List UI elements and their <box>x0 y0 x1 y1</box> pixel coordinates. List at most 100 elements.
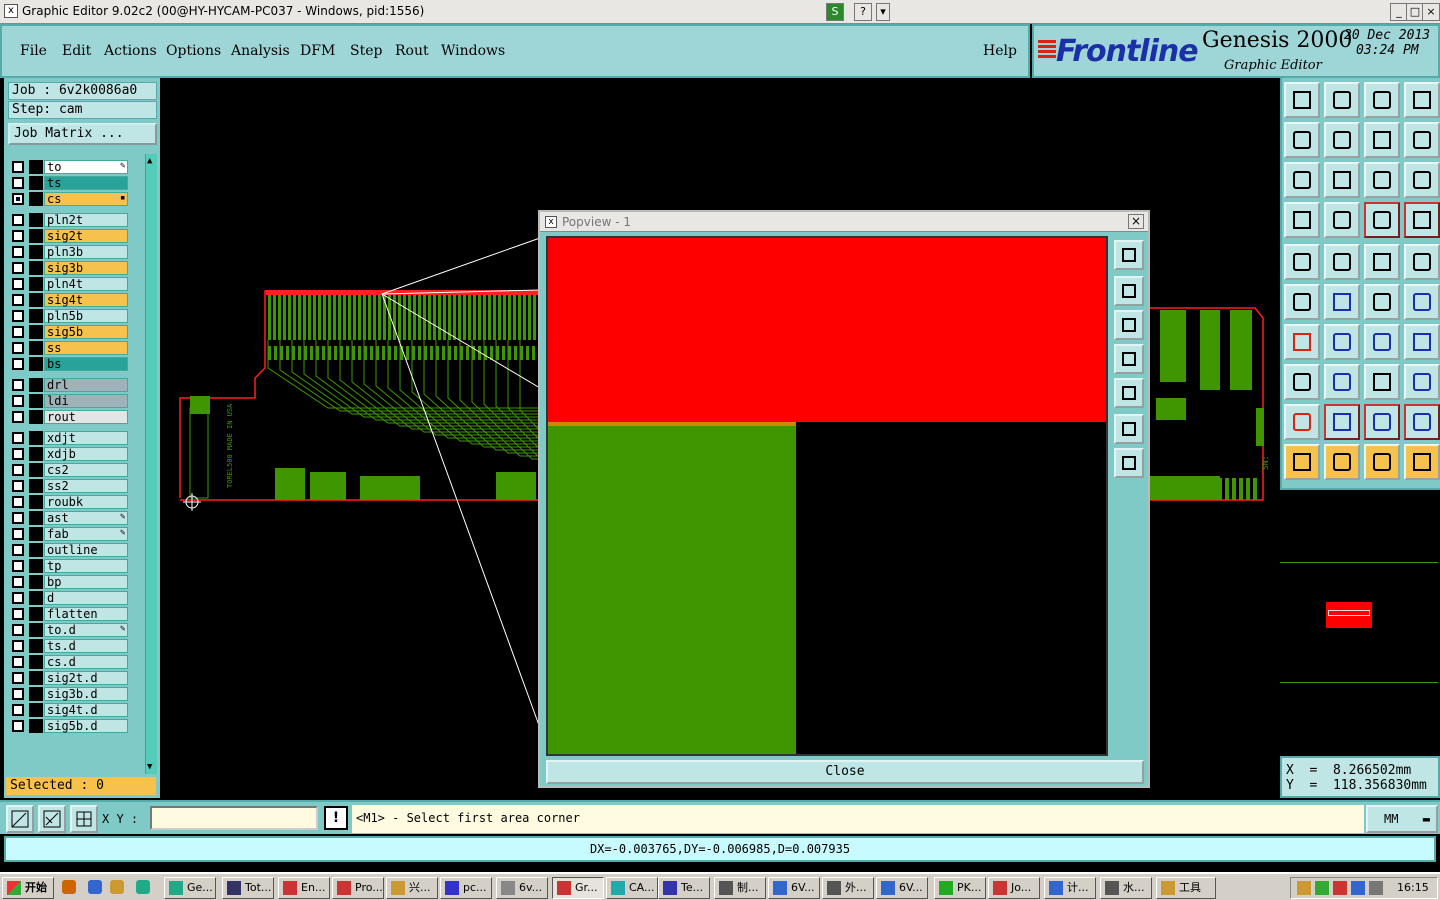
layer-scrollbar[interactable]: ▲ ▼ <box>145 154 157 774</box>
outline-triangle-button[interactable] <box>1324 404 1360 440</box>
menu-windows[interactable]: Windows <box>441 43 505 59</box>
layer-name[interactable]: ts.d <box>44 639 128 653</box>
layer-row[interactable]: outline <box>12 543 130 557</box>
layer-checkbox[interactable] <box>12 464 24 476</box>
layer-checkbox[interactable] <box>12 576 24 588</box>
layer-row[interactable]: sig5b <box>12 325 130 339</box>
layer-row[interactable]: fab ✎ <box>12 527 130 541</box>
tools-button[interactable] <box>1284 202 1320 238</box>
layer-name[interactable]: ts <box>44 176 128 190</box>
layer-name[interactable]: cs <box>44 192 128 206</box>
measure-button[interactable] <box>38 805 66 833</box>
pointer-button[interactable] <box>1284 444 1320 480</box>
pv-pan-left-button[interactable] <box>1114 344 1144 374</box>
layer-row[interactable]: pln5b <box>12 309 130 323</box>
layer-name[interactable]: ss2 <box>44 479 128 493</box>
pv-zoom-out-button[interactable] <box>1114 414 1144 444</box>
popview-window[interactable]: x Popview - 1 × Close <box>538 210 1150 788</box>
layer-checkbox[interactable] <box>12 496 24 508</box>
layer-checkbox[interactable] <box>12 411 24 423</box>
layer-name[interactable]: bs <box>44 357 128 371</box>
layer-row[interactable]: drl <box>12 378 130 392</box>
center-button[interactable] <box>1324 162 1360 198</box>
minus-button[interactable] <box>1324 364 1360 400</box>
layer-name[interactable]: d <box>44 591 128 605</box>
taskbar-task[interactable]: 6V... <box>876 877 928 899</box>
zoom-home-button[interactable] <box>1284 82 1320 118</box>
layer-row[interactable]: ts <box>12 176 130 190</box>
lasso-button[interactable] <box>1364 444 1400 480</box>
taskbar-task[interactable]: Gr... <box>552 877 604 899</box>
peak-blue-button[interactable] <box>1404 404 1440 440</box>
layer-checkbox[interactable] <box>12 656 24 668</box>
layer-row[interactable]: ast ✎ <box>12 511 130 525</box>
layer-checkbox[interactable] <box>12 608 24 620</box>
taskbar-task[interactable]: Pro... <box>332 877 384 899</box>
layer-checkbox[interactable] <box>12 230 24 242</box>
layer-name[interactable]: to.d <box>44 623 128 637</box>
menu-step[interactable]: Step <box>350 43 382 59</box>
taskbar-task[interactable]: 计... <box>1044 877 1096 899</box>
popview-titlebar[interactable]: x Popview - 1 × <box>540 212 1148 232</box>
add-pad-button[interactable] <box>1284 244 1320 280</box>
menu-rout[interactable]: Rout <box>395 43 429 59</box>
layer-name[interactable]: pln4t <box>44 277 128 291</box>
layer-row[interactable]: sig5b.d <box>12 719 130 733</box>
layer-row[interactable]: sig2t <box>12 229 130 243</box>
layer-row[interactable]: sig2t.d <box>12 671 130 685</box>
zoom-undo-button[interactable] <box>1364 122 1400 158</box>
layer-name[interactable]: cs.d <box>44 655 128 669</box>
layer-name[interactable]: drl <box>44 378 128 392</box>
layer-checkbox[interactable] <box>12 161 24 173</box>
layer-row[interactable]: d <box>12 591 130 605</box>
text-button[interactable] <box>1404 324 1440 360</box>
alert-icon[interactable]: ! <box>324 806 348 830</box>
pan-right-button[interactable] <box>1324 122 1360 158</box>
taskbar-task[interactable]: 兴... <box>386 877 438 899</box>
layer-name[interactable]: sig2t.d <box>44 671 128 685</box>
dropdown-icon[interactable]: ▾ <box>876 3 890 21</box>
layer-checkbox[interactable] <box>12 592 24 604</box>
layer-row[interactable]: ss <box>12 341 130 355</box>
layer-checkbox[interactable] <box>12 560 24 572</box>
layer-checkbox[interactable] <box>12 193 24 205</box>
rotate-button[interactable] <box>1364 324 1400 360</box>
layer-checkbox[interactable] <box>12 262 24 274</box>
select-pointer-button[interactable] <box>1324 444 1360 480</box>
layer-name[interactable]: ast <box>44 511 128 525</box>
overview-map[interactable] <box>1280 488 1440 754</box>
taskbar-task[interactable]: 制... <box>714 877 766 899</box>
snap-point-button[interactable] <box>1284 364 1320 400</box>
zoom-window-button[interactable] <box>1404 82 1440 118</box>
quicklaunch-icon[interactable] <box>110 880 124 894</box>
tray-icon[interactable] <box>1297 881 1311 895</box>
add-circle-button[interactable] <box>1404 244 1440 280</box>
layer-checkbox[interactable] <box>12 448 24 460</box>
menu-help[interactable]: Help <box>983 43 1017 59</box>
layer-checkbox[interactable] <box>12 177 24 189</box>
layer-name[interactable]: ss <box>44 341 128 355</box>
move-button[interactable] <box>1364 284 1400 320</box>
layer-checkbox[interactable] <box>12 326 24 338</box>
layer-checkbox[interactable] <box>12 432 24 444</box>
layer-row[interactable]: sig3b <box>12 261 130 275</box>
taskbar-task[interactable]: En... <box>278 877 330 899</box>
taskbar-task[interactable]: 6v... <box>496 877 548 899</box>
layer-checkbox[interactable] <box>12 310 24 322</box>
layer-checkbox[interactable] <box>12 528 24 540</box>
layer-row[interactable]: sig4t <box>12 293 130 307</box>
popview-canvas[interactable] <box>546 236 1108 756</box>
layer-checkbox[interactable] <box>12 246 24 258</box>
menu-edit[interactable]: Edit <box>62 43 91 59</box>
menu-dfm[interactable]: DFM <box>300 43 335 59</box>
layer-checkbox[interactable] <box>12 704 24 716</box>
layer-name[interactable]: ldi <box>44 394 128 408</box>
layer-name[interactable]: cs2 <box>44 463 128 477</box>
tray-icon[interactable] <box>1315 881 1329 895</box>
popview-close-button[interactable]: Close <box>546 760 1144 784</box>
taskbar-task[interactable]: 6V... <box>768 877 820 899</box>
s-app-icon[interactable]: S <box>826 3 844 21</box>
layer-row[interactable]: to ✎ <box>12 160 130 174</box>
peak-button[interactable] <box>1364 404 1400 440</box>
layer-checkbox[interactable] <box>12 294 24 306</box>
